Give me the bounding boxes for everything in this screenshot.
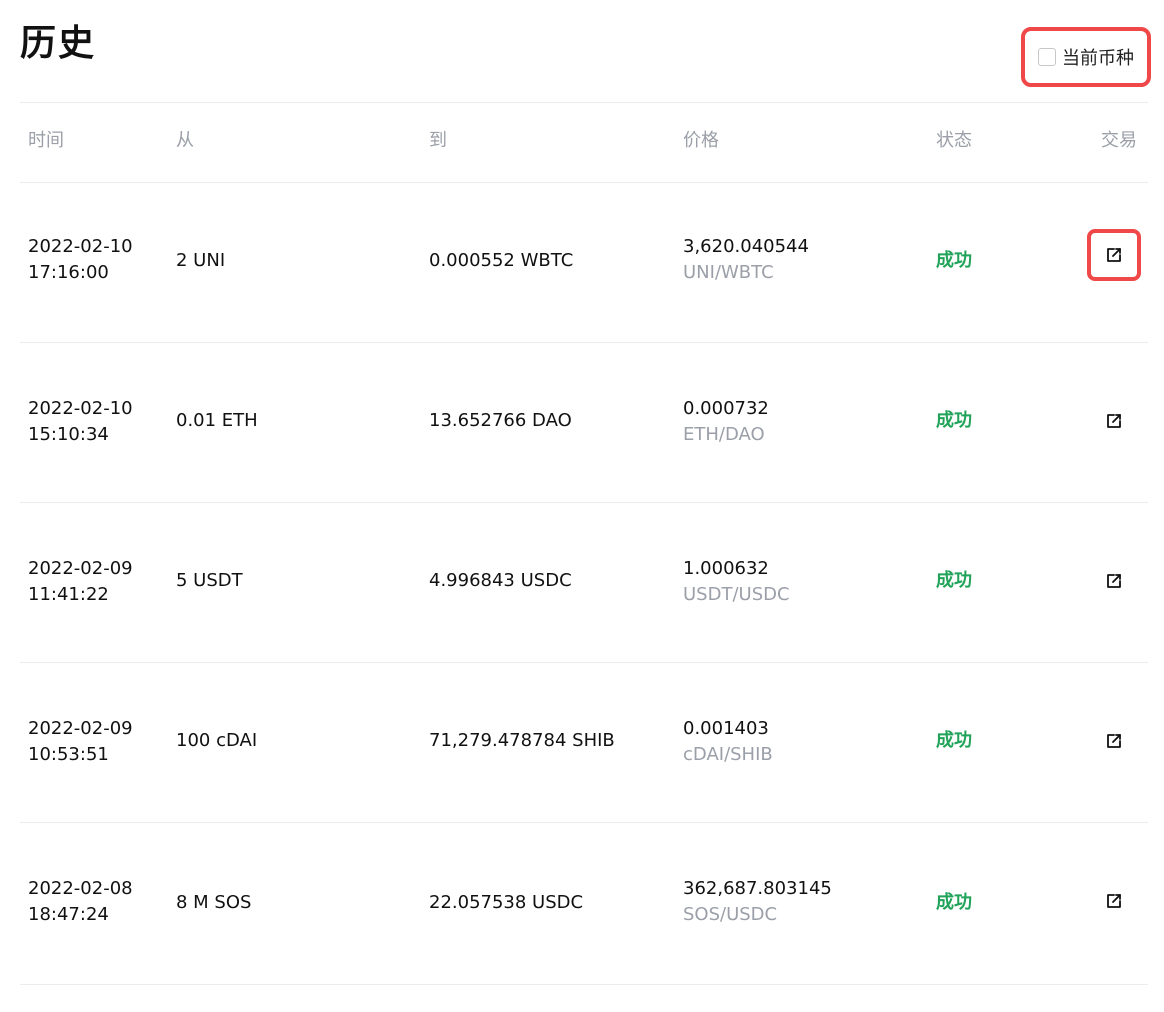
row-divider <box>20 984 1148 985</box>
row-clock: 15:10:34 <box>28 424 109 445</box>
row-to: 0.000552 WBTC <box>429 250 574 271</box>
status-badge: 成功 <box>936 410 972 431</box>
row-time: 2022-02-09 10:53:51 <box>28 716 158 768</box>
row-to: 4.996843 USDC <box>429 570 572 591</box>
row-time: 2022-02-08 18:47:24 <box>28 876 158 928</box>
row-from: 8 M SOS <box>176 892 252 913</box>
column-header-tx: 交易 <box>1101 130 1137 151</box>
column-header-from: 从 <box>176 130 194 151</box>
row-date: 2022-02-10 <box>28 236 133 257</box>
row-time: 2022-02-10 17:16:00 <box>28 234 158 286</box>
row-date: 2022-02-09 <box>28 718 133 739</box>
row-pair: cDAI/SHIB <box>683 744 773 765</box>
page-title: 历史 <box>20 23 97 64</box>
row-date: 2022-02-08 <box>28 878 133 899</box>
row-clock: 17:16:00 <box>28 262 109 283</box>
row-price-value: 1.000632 <box>683 558 769 579</box>
column-header-price: 价格 <box>683 130 719 151</box>
status-badge: 成功 <box>936 250 972 271</box>
row-pair: SOS/USDC <box>683 904 778 925</box>
external-link-icon <box>1107 574 1121 588</box>
tx-link-button[interactable] <box>1087 715 1141 767</box>
column-header-status: 状态 <box>936 130 972 151</box>
row-date: 2022-02-09 <box>28 558 133 579</box>
row-from: 100 cDAI <box>176 730 258 751</box>
row-price-value: 362,687.803145 <box>683 878 832 899</box>
status-badge: 成功 <box>936 570 972 591</box>
table-row: 2022-02-10 17:16:00 2 UNI 0.000552 WBTC … <box>0 183 1164 343</box>
row-to: 13.652766 DAO <box>429 410 572 431</box>
external-link-icon <box>1107 894 1121 908</box>
row-price: 362,687.803145 SOS/USDC <box>683 876 832 928</box>
row-clock: 10:53:51 <box>28 744 109 765</box>
row-price: 3,620.040544 UNI/WBTC <box>683 234 809 286</box>
row-pair: UNI/WBTC <box>683 262 774 283</box>
table-row: 2022-02-08 18:47:24 8 M SOS 22.057538 US… <box>0 823 1164 983</box>
status-badge: 成功 <box>936 730 972 751</box>
tx-link-button[interactable] <box>1087 555 1141 607</box>
tx-link-button[interactable] <box>1087 395 1141 447</box>
column-header-to: 到 <box>429 130 447 151</box>
row-from: 0.01 ETH <box>176 410 258 431</box>
row-from: 5 USDT <box>176 570 243 591</box>
row-price: 0.001403 cDAI/SHIB <box>683 716 773 768</box>
external-link-icon <box>1107 248 1121 262</box>
status-badge: 成功 <box>936 892 972 913</box>
row-time: 2022-02-09 11:41:22 <box>28 556 158 608</box>
external-link-icon <box>1107 414 1121 428</box>
current-coin-filter[interactable]: 当前币种 <box>1021 27 1151 87</box>
column-header-time: 时间 <box>28 130 64 151</box>
row-time: 2022-02-10 15:10:34 <box>28 396 158 448</box>
row-clock: 11:41:22 <box>28 584 109 605</box>
header-divider <box>20 102 1148 103</box>
table-row: 2022-02-09 11:41:22 5 USDT 4.996843 USDC… <box>0 503 1164 663</box>
row-date: 2022-02-10 <box>28 398 133 419</box>
row-pair: USDT/USDC <box>683 584 790 605</box>
row-price: 0.000732 ETH/DAO <box>683 396 769 448</box>
row-from: 2 UNI <box>176 250 226 271</box>
table-row: 2022-02-10 15:10:34 0.01 ETH 13.652766 D… <box>0 343 1164 503</box>
current-coin-checkbox[interactable] <box>1038 48 1056 66</box>
row-pair: ETH/DAO <box>683 424 765 445</box>
row-price-value: 0.000732 <box>683 398 769 419</box>
table-row: 2022-02-09 10:53:51 100 cDAI 71,279.4787… <box>0 663 1164 823</box>
tx-link-button[interactable] <box>1087 229 1141 281</box>
tx-link-button[interactable] <box>1087 875 1141 927</box>
external-link-icon <box>1107 734 1121 748</box>
row-price-value: 3,620.040544 <box>683 236 809 257</box>
row-price-value: 0.001403 <box>683 718 769 739</box>
row-to: 22.057538 USDC <box>429 892 584 913</box>
row-price: 1.000632 USDT/USDC <box>683 556 790 608</box>
row-clock: 18:47:24 <box>28 904 109 925</box>
row-to: 71,279.478784 SHIB <box>429 730 615 751</box>
current-coin-label: 当前币种 <box>1062 48 1134 69</box>
